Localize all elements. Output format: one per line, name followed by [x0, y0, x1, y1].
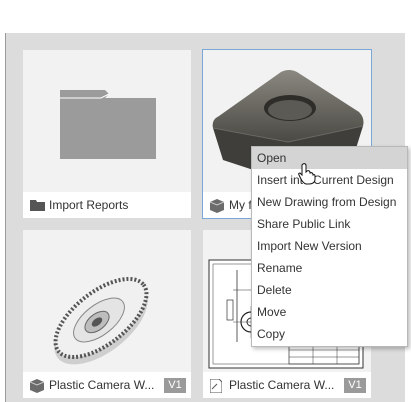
folder-icon — [30, 200, 45, 211]
menu-item-share-public-link[interactable]: Share Public Link — [252, 213, 407, 235]
3d-model-icon — [210, 199, 224, 213]
menu-item-move[interactable]: Move — [252, 301, 407, 323]
design-card-plastic-camera-gear[interactable]: Plastic Camera W... V1 — [23, 230, 191, 398]
hand-pointer-icon — [298, 163, 316, 185]
card-title: Plastic Camera W... — [229, 378, 335, 392]
card-title: Import Reports — [49, 198, 129, 212]
menu-item-rename[interactable]: Rename — [252, 257, 407, 279]
menu-item-insert-into-current-design[interactable]: Insert into Current Design — [252, 169, 407, 191]
menu-item-delete[interactable]: Delete — [252, 279, 407, 301]
card-caption: Plastic Camera W... V1 — [23, 372, 191, 398]
card-caption: Import Reports — [23, 192, 191, 218]
menu-item-new-drawing-from-design[interactable]: New Drawing from Design — [252, 191, 407, 213]
menu-item-copy[interactable]: Copy — [252, 323, 407, 345]
drawing-icon — [210, 379, 222, 393]
menu-item-open[interactable]: Open — [252, 147, 407, 169]
card-title: Plastic Camera W... — [49, 378, 155, 392]
version-badge: V1 — [164, 378, 186, 393]
version-badge: V1 — [344, 378, 366, 393]
3d-model-icon — [30, 379, 44, 393]
folder-card-import-reports[interactable]: Import Reports — [23, 50, 191, 218]
gear-thumbnail — [53, 276, 149, 365]
context-menu: Open Insert into Current Design New Draw… — [251, 146, 408, 347]
card-caption: Plastic Camera W... V1 — [203, 372, 371, 398]
card-title: My f — [229, 198, 252, 212]
menu-item-import-new-version[interactable]: Import New Version — [252, 235, 407, 257]
folder-thumbnail — [60, 90, 156, 159]
